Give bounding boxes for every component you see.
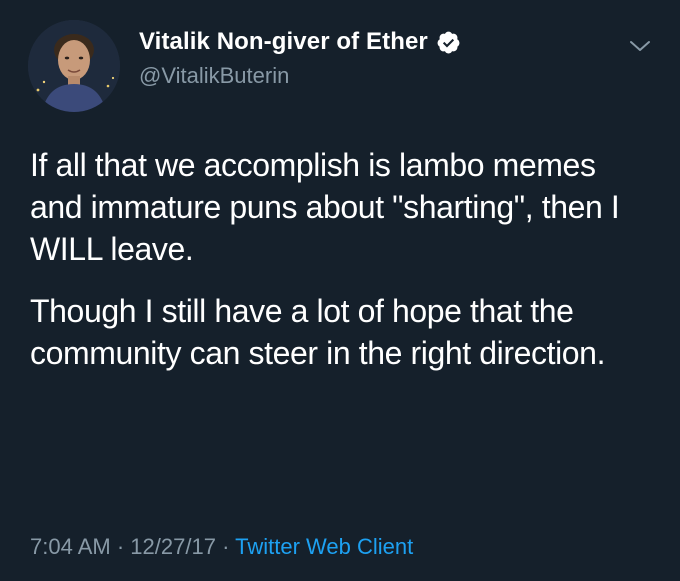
user-avatar-icon: [28, 20, 120, 112]
meta-separator: ·: [222, 534, 230, 559]
user-handle[interactable]: @VitalikButerin: [139, 63, 289, 89]
tweet-paragraph: Though I still have a lot of hope that t…: [30, 293, 606, 371]
chevron-down-icon: [630, 41, 650, 51]
meta-separator: ·: [116, 534, 125, 559]
tweet-paragraph: If all that we accomplish is lambo memes…: [30, 147, 620, 267]
avatar[interactable]: [28, 20, 120, 112]
display-name-text[interactable]: Vitalik Non-giver of Ether: [139, 28, 428, 56]
tweet-card: Vitalik Non-giver of Ether @VitalikButer…: [0, 0, 680, 581]
tweet-menu-button[interactable]: [628, 36, 652, 56]
tweet-source-link[interactable]: Twitter Web Client: [235, 534, 413, 559]
verified-badge-icon: [437, 31, 460, 53]
display-name[interactable]: Vitalik Non-giver of Ether: [139, 28, 461, 56]
tweet-date[interactable]: 12/27/17: [130, 534, 216, 559]
tweet-time[interactable]: 7:04 AM: [30, 534, 111, 559]
tweet-meta: 7:04 AM · 12/27/17 · Twitter Web Client: [30, 534, 413, 560]
tweet-text: If all that we accomplish is lambo memes…: [30, 144, 650, 374]
